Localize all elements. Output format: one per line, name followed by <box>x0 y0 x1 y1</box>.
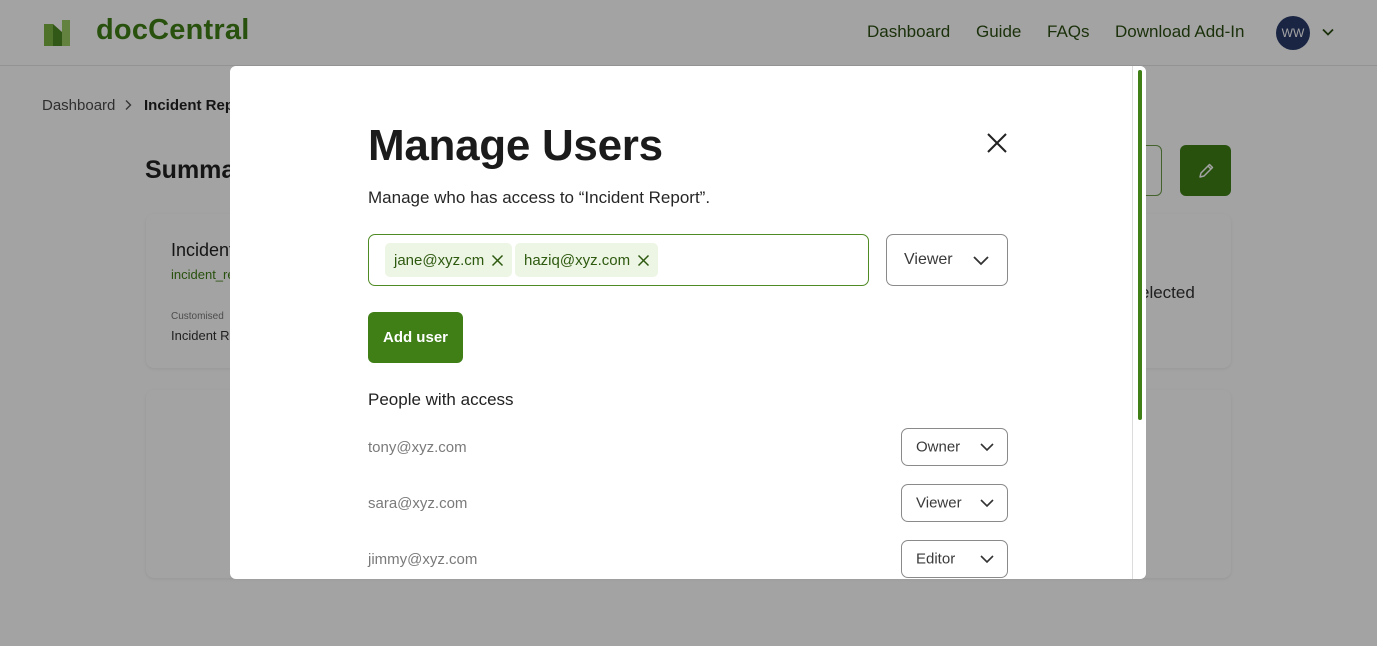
person-role-value: Viewer <box>916 494 962 512</box>
email-chip-label: haziq@xyz.com <box>524 251 631 269</box>
person-role-value: Editor <box>916 550 956 568</box>
role-select-value: Viewer <box>904 251 953 268</box>
new-user-role-select[interactable]: Viewer <box>886 234 1008 286</box>
modal-title: Manage Users <box>368 121 663 170</box>
person-email: sara@xyz.com <box>368 495 468 512</box>
chevron-down-icon <box>980 499 994 508</box>
person-email: tony@xyz.com <box>368 439 467 456</box>
add-user-button[interactable]: Add user <box>368 312 463 363</box>
scrollbar-thumb[interactable] <box>1138 70 1142 420</box>
user-email-input[interactable]: jane@xyz.cm haziq@xyz.com <box>368 234 869 286</box>
chevron-down-icon <box>980 443 994 452</box>
people-with-access-heading: People with access <box>368 390 514 409</box>
modal-subtitle: Manage who has access to “Incident Repor… <box>368 188 711 207</box>
modal-scrollbar[interactable] <box>1132 66 1146 579</box>
person-role-value: Owner <box>916 438 961 456</box>
chevron-down-icon <box>973 256 989 266</box>
person-email: jimmy@xyz.com <box>368 551 478 568</box>
person-role-select[interactable]: Viewer <box>901 484 1008 522</box>
chevron-down-icon <box>980 555 994 564</box>
person-role-select[interactable]: Editor <box>901 540 1008 578</box>
email-chip: jane@xyz.cm <box>385 243 513 277</box>
email-chip-label: jane@xyz.cm <box>394 251 485 269</box>
remove-chip-icon[interactable] <box>637 254 650 267</box>
person-role-select[interactable]: Owner <box>901 428 1008 466</box>
remove-chip-icon[interactable] <box>491 254 504 267</box>
manage-users-modal: Manage Users Manage who has access to “I… <box>230 66 1146 579</box>
close-icon[interactable] <box>986 132 1008 154</box>
email-chip: haziq@xyz.com <box>515 243 659 277</box>
